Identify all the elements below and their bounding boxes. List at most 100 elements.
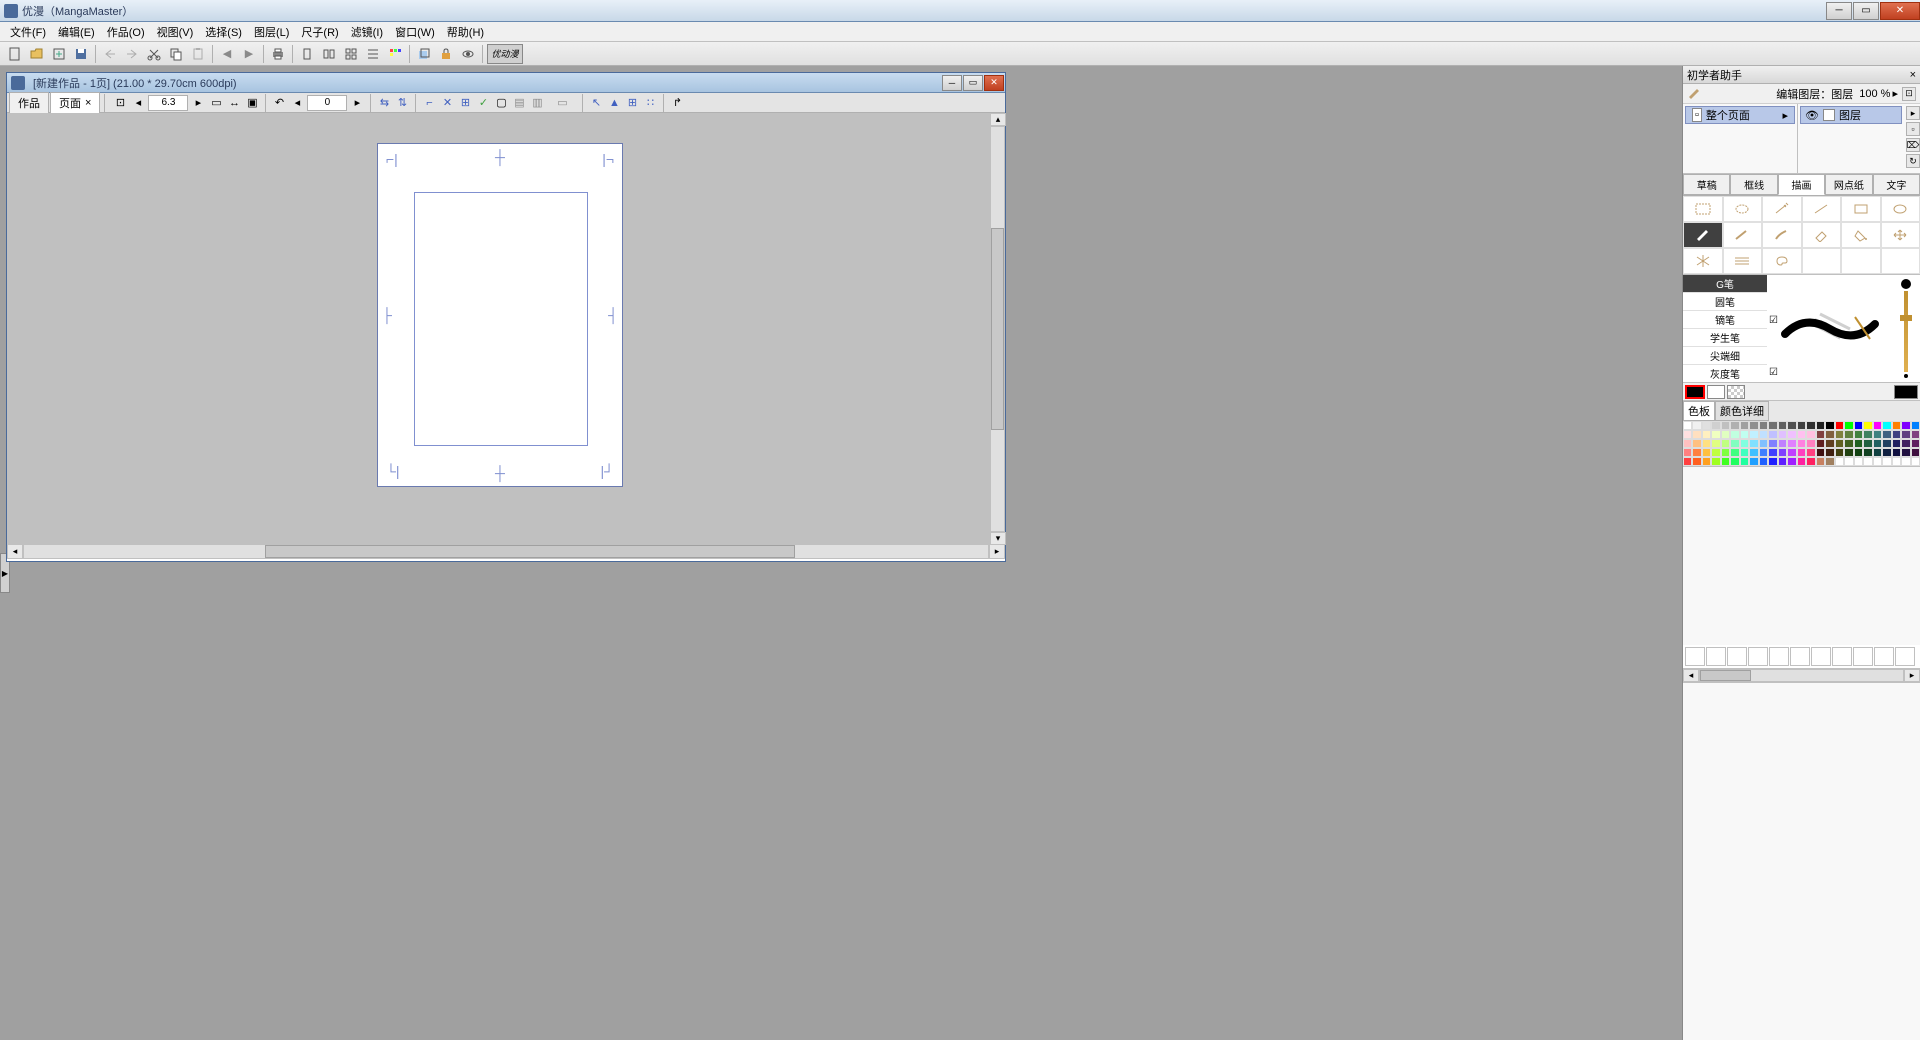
guide-box-icon[interactable]: ▢ [493,95,509,111]
palette-cell[interactable] [1844,457,1853,466]
palette-cell[interactable] [1806,439,1815,448]
doc-maximize-button[interactable]: ▭ [963,75,983,91]
palette-cell[interactable] [1844,430,1853,439]
menu-help[interactable]: 帮助(H) [441,22,490,42]
palette-cell[interactable] [1901,430,1910,439]
palette-cell[interactable] [1844,448,1853,457]
palette-cell[interactable] [1749,457,1758,466]
palette-cell[interactable] [1854,439,1863,448]
palette-cell[interactable] [1892,457,1901,466]
tool-pen[interactable] [1683,222,1723,248]
brand-button[interactable]: 优动漫 [487,44,523,64]
palette-cell[interactable] [1778,430,1787,439]
menu-window[interactable]: 窗口(W) [389,22,441,42]
scroll-thumb[interactable] [265,545,795,558]
palette-cell[interactable] [1863,448,1872,457]
palette-cell[interactable] [1901,448,1910,457]
palette-cell[interactable] [1854,448,1863,457]
palette-cell[interactable] [1863,421,1872,430]
palette-cell[interactable] [1778,448,1787,457]
tab-page[interactable]: 页面× [50,92,100,114]
palette-cell[interactable] [1816,421,1825,430]
tool-rect-select[interactable] [1683,196,1723,222]
palette-cell[interactable] [1854,457,1863,466]
palette-cell[interactable] [1759,430,1768,439]
background-color[interactable] [1707,385,1725,399]
palette-cell[interactable] [1816,430,1825,439]
palette-cell[interactable] [1683,421,1692,430]
palette-cell[interactable] [1844,439,1853,448]
vertical-scrollbar[interactable]: ▴ ▾ [989,113,1005,545]
brush-fine-tip[interactable]: 尖端细 [1683,347,1767,365]
brush-g-pen[interactable]: G笔 [1683,275,1767,293]
palette-cell[interactable] [1692,448,1701,457]
frame-cell[interactable] [1874,647,1894,666]
palette-cell[interactable] [1806,448,1815,457]
tab-swatches[interactable]: 色板 [1683,401,1715,421]
eye-icon[interactable]: 👁 [1805,109,1819,122]
palette-cell[interactable] [1825,421,1834,430]
copy-button[interactable] [166,44,186,64]
frame-cell[interactable] [1685,647,1705,666]
menu-select[interactable]: 选择(S) [199,22,248,42]
next-page-button[interactable]: ▶ [239,44,259,64]
palette-cell[interactable] [1825,430,1834,439]
palette-cell[interactable] [1816,457,1825,466]
palette-cell[interactable] [1702,439,1711,448]
frame-cell[interactable] [1706,647,1726,666]
tab-frame[interactable]: 框线 [1730,174,1777,195]
tool-eraser[interactable] [1802,222,1842,248]
palette-cell[interactable] [1768,448,1777,457]
palette-cell[interactable] [1797,448,1806,457]
cut-button[interactable] [144,44,164,64]
guide-corner-icon[interactable]: ⌐ [421,95,437,111]
scroll-left-icon[interactable]: ◂ [7,544,23,559]
palette-cell[interactable] [1702,421,1711,430]
import-button[interactable] [49,44,69,64]
palette-cell[interactable] [1911,439,1920,448]
page-canvas[interactable]: ⌐| |¬ ┼ ├ ┤ └| |┘ ┼ [377,143,623,487]
palette-cell[interactable] [1702,457,1711,466]
palette-cell[interactable] [1797,430,1806,439]
palette-cell[interactable] [1806,430,1815,439]
palette-cell[interactable] [1683,457,1692,466]
palette-cell[interactable] [1901,421,1910,430]
palette-cell[interactable] [1740,439,1749,448]
palette-cell[interactable] [1787,457,1796,466]
scroll-right-icon[interactable]: ▸ [1904,669,1920,682]
pointer-icon[interactable]: ↖ [588,95,604,111]
transparent-color[interactable] [1727,385,1745,399]
frame-cell[interactable] [1853,647,1873,666]
fit-width-icon[interactable]: ↔ [226,95,242,111]
palette-cell[interactable] [1882,421,1891,430]
palette-cell[interactable] [1721,457,1730,466]
brush-school[interactable]: 学生笔 [1683,329,1767,347]
tool-pencil[interactable] [1723,222,1763,248]
palette-cell[interactable] [1721,421,1730,430]
palette-cell[interactable] [1835,430,1844,439]
palette-cell[interactable] [1825,448,1834,457]
delete-layer-icon[interactable]: ⌦ [1906,138,1920,152]
guide-opt2-icon[interactable]: ▥ [529,95,545,111]
menu-layer[interactable]: 图层(L) [248,22,295,42]
tab-draft[interactable]: 草稿 [1683,174,1730,195]
frame-cell[interactable] [1727,647,1747,666]
palette-cell[interactable] [1768,439,1777,448]
frame-cell[interactable] [1832,647,1852,666]
doc-close-button[interactable]: ✕ [984,75,1004,91]
horizontal-scrollbar[interactable]: ◂ ▸ [7,543,1005,559]
palette-cell[interactable] [1683,439,1692,448]
tool-fill[interactable] [1841,222,1881,248]
palette-cell[interactable] [1911,457,1920,466]
palette-cell[interactable] [1882,457,1891,466]
palette-cell[interactable] [1730,457,1739,466]
flip-v-icon[interactable]: ⇅ [394,95,410,111]
tool-ellipse[interactable] [1881,196,1920,222]
print-button[interactable] [268,44,288,64]
palette-cell[interactable] [1787,439,1796,448]
tab-work[interactable]: 作品 [9,92,49,114]
palette-cell[interactable] [1863,439,1872,448]
palette-cell[interactable] [1787,448,1796,457]
palette-cell[interactable] [1854,430,1863,439]
size-min-icon[interactable] [1904,374,1908,378]
